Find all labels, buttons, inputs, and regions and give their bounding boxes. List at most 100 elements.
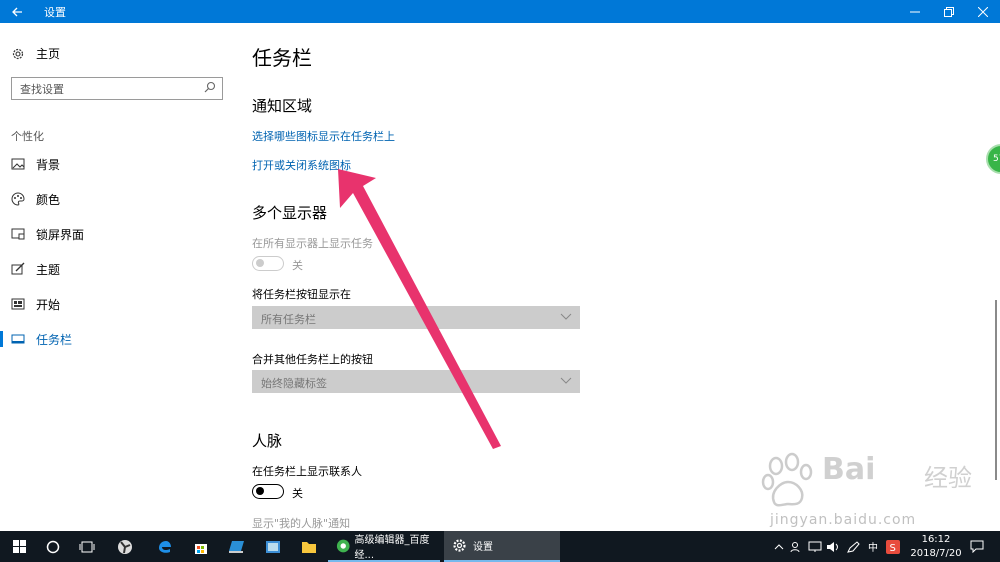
image-icon	[11, 157, 25, 171]
show-all-displays-label: 在所有显示器上显示任务	[252, 237, 373, 250]
sidebar-item-label: 开始	[36, 297, 61, 312]
paw-logo-icon	[761, 452, 813, 507]
system-icons-link[interactable]: 打开或关闭系统图标	[252, 157, 351, 173]
show-hidden-icons-button[interactable]	[774, 531, 784, 562]
network-icon	[808, 541, 822, 552]
lock-screen-icon	[11, 227, 25, 241]
buttons-on-dropdown[interactable]: 所有任务栏	[252, 306, 580, 329]
show-contacts-label: 在任务栏上显示联系人	[252, 465, 362, 478]
palette-icon	[11, 192, 25, 206]
action-center-button[interactable]	[970, 531, 984, 562]
close-button[interactable]	[966, 0, 1000, 23]
clock[interactable]: 16:12 2018/7/20	[904, 533, 968, 561]
gear-icon	[11, 47, 25, 61]
fan-app-icon	[118, 539, 132, 554]
people-heading: 人脉	[252, 432, 283, 450]
pinned-app-edge[interactable]	[148, 531, 182, 562]
people-tray-button[interactable]	[790, 531, 804, 562]
baidu-watermark: Bai 经验 jingyan.baidu.com	[760, 452, 980, 532]
page-title: 任务栏	[252, 46, 312, 70]
toggle-knob	[256, 259, 264, 267]
pinned-app-photos[interactable]	[256, 531, 290, 562]
sogou-ime-button[interactable]: S	[886, 531, 900, 562]
sidebar-item-start[interactable]: 开始	[0, 289, 236, 319]
taskbar-app-label: 高级编辑器_百度经...	[354, 534, 430, 561]
badge-text: 57	[993, 154, 1000, 164]
start-icon	[11, 297, 25, 311]
pen-tray-button[interactable]	[846, 531, 860, 562]
laptop-app-icon	[229, 540, 244, 553]
cortana-circle-icon	[46, 540, 60, 553]
title-bar: 设置	[0, 0, 1000, 23]
show-all-displays-state: 关	[292, 259, 303, 272]
sidebar-item-label: 颜色	[36, 192, 61, 207]
pen-icon	[847, 540, 860, 553]
watermark-brand-cn: 经验	[924, 464, 972, 492]
notification-icon	[970, 540, 984, 553]
back-arrow-icon	[12, 7, 22, 16]
task-view-button[interactable]	[70, 531, 104, 562]
sidebar-item-themes[interactable]: 主题	[0, 254, 236, 284]
minimize-button[interactable]	[898, 0, 932, 23]
task-view-icon	[79, 541, 95, 552]
sidebar-item-background[interactable]: 背景	[0, 149, 236, 179]
svg-text:S: S	[890, 543, 896, 554]
sidebar-item-label: 背景	[36, 157, 61, 172]
network-tray-button[interactable]	[808, 531, 822, 562]
section-label: 个性化	[11, 130, 44, 143]
pinned-app-explorer[interactable]	[292, 531, 326, 562]
people-notification-label: 显示"我的人脉"通知	[252, 517, 351, 530]
taskbar-app-label: 设置	[473, 542, 493, 553]
dropdown-value: 始终隐藏标签	[261, 377, 327, 390]
scrollbar[interactable]	[995, 300, 997, 480]
sidebar-item-colors[interactable]: 颜色	[0, 184, 236, 214]
combine-buttons-dropdown[interactable]: 始终隐藏标签	[252, 370, 580, 393]
pinned-app-store[interactable]	[184, 531, 218, 562]
gear-icon	[453, 539, 466, 552]
sidebar-item-label: 任务栏	[36, 332, 73, 347]
watermark-url: jingyan.baidu.com	[770, 512, 917, 528]
cortana-button[interactable]	[36, 531, 70, 562]
search-box[interactable]	[11, 77, 223, 100]
ime-label: 中	[868, 543, 878, 554]
restore-icon	[944, 6, 954, 17]
sidebar: 主页 个性化 背景 颜色 锁屏界面 主题 开始	[0, 23, 236, 531]
minimize-icon	[910, 11, 920, 12]
combine-buttons-label: 合并其他任务栏上的按钮	[252, 353, 373, 366]
volume-tray-button[interactable]	[826, 531, 840, 562]
browser-360-icon	[336, 539, 350, 552]
show-all-displays-toggle[interactable]	[252, 256, 284, 271]
taskbar-app-settings[interactable]: 设置	[444, 531, 560, 562]
ime-indicator[interactable]: 中	[868, 531, 878, 562]
windows-logo-icon	[12, 540, 26, 553]
clock-time: 16:12	[921, 534, 951, 545]
taskbar-icon	[11, 332, 25, 346]
edge-icon	[159, 540, 171, 553]
select-taskbar-icons-link[interactable]: 选择哪些图标显示在任务栏上	[252, 128, 395, 144]
toggle-knob	[256, 487, 264, 495]
theme-icon	[11, 262, 25, 276]
pinned-app-laptop[interactable]	[220, 531, 254, 562]
multiple-displays-heading: 多个显示器	[252, 204, 328, 222]
back-button[interactable]	[0, 0, 34, 23]
chevron-down-icon	[560, 374, 572, 386]
clock-date: 2018/7/20	[910, 548, 962, 559]
volume-icon	[827, 541, 838, 552]
search-input[interactable]	[20, 79, 200, 100]
dropdown-value: 所有任务栏	[261, 313, 316, 326]
chevron-up-icon	[774, 543, 784, 549]
start-button[interactable]	[2, 531, 36, 562]
notification-area-heading: 通知区域	[252, 97, 313, 115]
show-contacts-state: 关	[292, 487, 303, 500]
store-icon	[195, 543, 207, 554]
restore-button[interactable]	[932, 0, 966, 23]
sidebar-item-label: 主题	[36, 262, 61, 277]
sidebar-item-taskbar[interactable]: 任务栏	[0, 324, 236, 354]
pinned-app-fan[interactable]	[108, 531, 142, 562]
sogou-s-icon: S	[886, 539, 900, 554]
home-label: 主页	[36, 47, 61, 61]
show-contacts-toggle[interactable]	[252, 484, 284, 499]
sidebar-item-lock-screen[interactable]: 锁屏界面	[0, 219, 236, 249]
taskbar-app-browser[interactable]: 高级编辑器_百度经...	[328, 531, 440, 562]
home-nav-item[interactable]: 主页	[11, 45, 60, 62]
